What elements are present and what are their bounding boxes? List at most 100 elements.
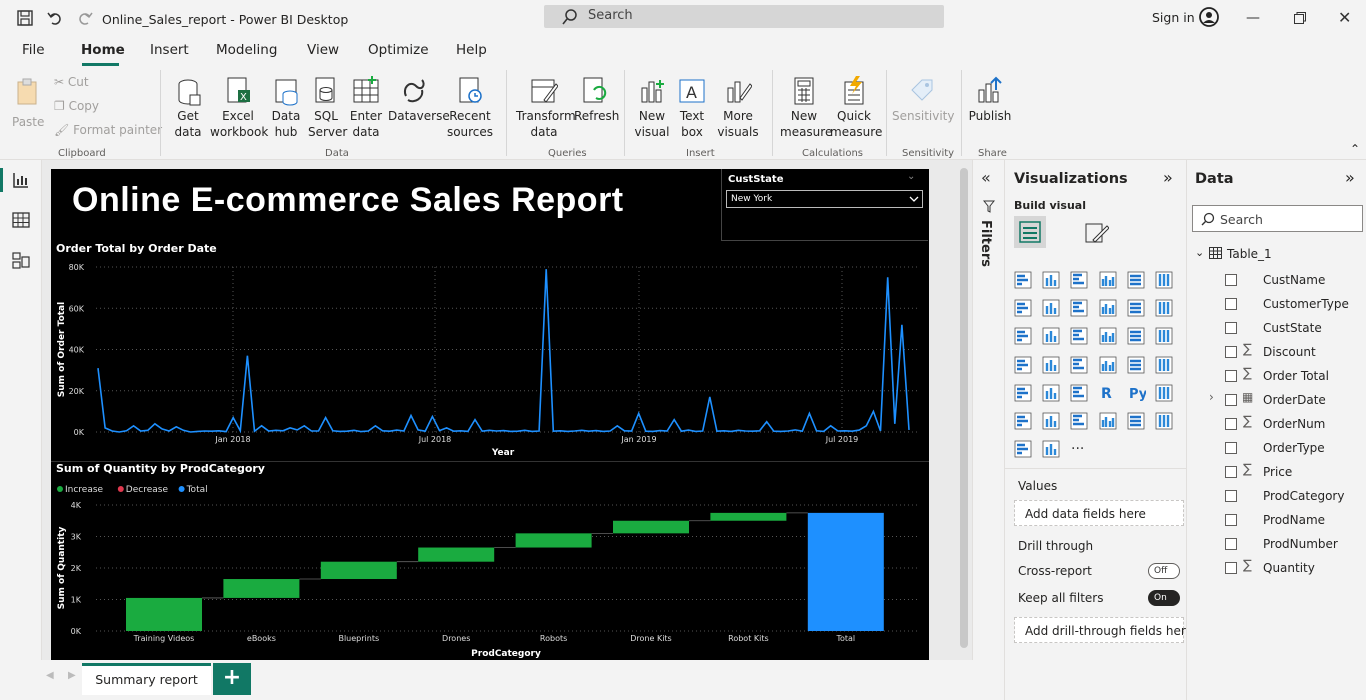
enter-data-button[interactable]: Enter data [348, 76, 384, 140]
prev-page-icon[interactable]: ◀ [46, 670, 54, 681]
slicer-clear-icon[interactable]: ⌄ [907, 171, 915, 182]
line-clustered-visual-icon[interactable] [1126, 298, 1146, 318]
field-checkbox[interactable] [1225, 466, 1237, 478]
field-row[interactable]: CustomerType [1187, 294, 1366, 316]
report-view-icon[interactable] [11, 170, 31, 190]
filters-pane-collapsed[interactable]: « Filters [972, 160, 1004, 660]
field-checkbox[interactable] [1225, 514, 1237, 526]
menu-view[interactable]: View [307, 42, 339, 58]
field-checkbox[interactable] [1225, 274, 1237, 286]
funnel-visual-icon[interactable] [1041, 326, 1061, 346]
stacked-bar-visual-icon[interactable] [1013, 270, 1033, 290]
menu-modeling[interactable]: Modeling [216, 42, 277, 58]
data-search-input[interactable]: Search [1192, 205, 1363, 232]
values-well[interactable]: Add data fields here [1014, 500, 1184, 526]
line-column-visual-icon[interactable] [1098, 298, 1118, 318]
minimize-icon[interactable]: — [1246, 10, 1260, 26]
scatter-visual-icon[interactable] [1069, 326, 1089, 346]
close-icon[interactable]: ✕ [1338, 8, 1351, 27]
field-checkbox[interactable] [1225, 322, 1237, 334]
recent-sources-button[interactable]: Recent sources [444, 76, 496, 140]
field-row[interactable]: ∑ Quantity [1187, 558, 1366, 580]
field-row[interactable]: ProdNumber [1187, 534, 1366, 556]
sql-server-button[interactable]: SQL Server [308, 76, 347, 140]
get-data-button[interactable]: Get data [170, 76, 206, 140]
paginated-visual-icon[interactable] [1098, 411, 1118, 431]
matrix-visual-icon[interactable] [1069, 383, 1089, 403]
field-row[interactable]: OrderType [1187, 438, 1366, 460]
account-icon[interactable] [1199, 7, 1219, 27]
collapse-viz-icon[interactable]: » [1163, 168, 1173, 187]
area-visual-icon[interactable] [1041, 298, 1061, 318]
more-visual-icon[interactable]: ··· [1069, 439, 1089, 459]
new-visual-button[interactable]: New visual [634, 76, 670, 140]
key-influencers-visual-icon[interactable] [1154, 383, 1174, 403]
slicer-visual-icon[interactable] [1013, 383, 1033, 403]
map-visual-icon[interactable] [1013, 355, 1033, 375]
menu-home[interactable]: Home [81, 42, 125, 58]
trophy-visual-icon[interactable] [1126, 411, 1146, 431]
menu-help[interactable]: Help [456, 42, 487, 58]
field-row[interactable]: ∑ Discount [1187, 342, 1366, 364]
text-box-button[interactable]: A Text box [674, 76, 710, 140]
100-column-visual-icon[interactable] [1154, 270, 1174, 290]
dataverse-button[interactable]: Dataverse [388, 76, 450, 124]
field-expand-icon[interactable]: › [1209, 390, 1214, 404]
field-row[interactable]: CustState [1187, 318, 1366, 340]
ribbon-visual-icon[interactable] [1154, 298, 1174, 318]
card-visual-icon[interactable] [1098, 355, 1118, 375]
field-row[interactable]: ∑ Order Total [1187, 366, 1366, 388]
stacked-area-visual-icon[interactable] [1069, 298, 1089, 318]
model-view-icon[interactable] [11, 250, 31, 270]
table-visual-icon[interactable] [1041, 383, 1061, 403]
slicer-dropdown[interactable]: New York [726, 190, 923, 208]
gauge-visual-icon[interactable] [1069, 355, 1089, 375]
table-view-icon[interactable] [11, 210, 31, 230]
sensitivity-button[interactable]: Sensitivity [892, 76, 954, 124]
stacked-column-visual-icon[interactable] [1041, 270, 1061, 290]
waterfall-visual-icon[interactable] [1013, 326, 1033, 346]
drill-through-well[interactable]: Add drill-through fields here [1014, 617, 1193, 643]
clustered-bar-visual-icon[interactable] [1069, 270, 1089, 290]
pie-visual-icon[interactable] [1098, 326, 1118, 346]
add-page-button[interactable]: + [213, 663, 251, 695]
r-visual-visual-icon[interactable]: R [1098, 383, 1118, 403]
power-automate-visual-icon[interactable] [1013, 439, 1033, 459]
field-checkbox[interactable] [1225, 394, 1237, 406]
field-checkbox[interactable] [1225, 346, 1237, 358]
transform-data-button[interactable]: Transform data [516, 76, 576, 140]
clustered-column-visual-icon[interactable] [1098, 270, 1118, 290]
field-checkbox[interactable] [1225, 562, 1237, 574]
refresh-button[interactable]: Refresh [574, 76, 619, 124]
field-row[interactable]: › ▦ OrderDate [1187, 390, 1366, 412]
multi-row-card-visual-icon[interactable] [1126, 355, 1146, 375]
format-painter-button[interactable]: 🖌 Format painter [54, 122, 162, 138]
treemap-visual-icon[interactable] [1154, 326, 1174, 346]
collapse-ribbon-icon[interactable]: ⌃ [1350, 142, 1360, 156]
field-row[interactable]: ProdName [1187, 510, 1366, 532]
field-row[interactable]: CustName [1187, 270, 1366, 292]
expand-filters-icon[interactable]: « [981, 168, 991, 187]
quick-measure-button[interactable]: Quick measure [830, 76, 882, 140]
keep-filters-toggle[interactable]: On [1148, 590, 1180, 606]
format-visual-icon[interactable] [1083, 220, 1109, 246]
line-chart[interactable]: 0K 20K 40K 60K 80K Jan 2018 Jul 2018 Jan 2019 Ju… [51, 257, 929, 462]
data-hub-button[interactable]: Data hub [268, 76, 304, 140]
table-name[interactable]: Table_1 [1227, 247, 1272, 261]
table-expand-icon[interactable]: ⌄ [1195, 246, 1204, 259]
canvas-scrollbar[interactable] [960, 168, 968, 648]
line-visual-icon[interactable] [1013, 298, 1033, 318]
smart-narrative-visual-icon[interactable] [1069, 411, 1089, 431]
field-checkbox[interactable] [1225, 538, 1237, 550]
cut-button[interactable]: ✂ Cut [54, 74, 89, 90]
redo-icon[interactable] [77, 10, 93, 26]
menu-optimize[interactable]: Optimize [368, 42, 429, 58]
save-icon[interactable] [17, 10, 33, 26]
donut-visual-icon[interactable] [1126, 326, 1146, 346]
more-visuals-button[interactable]: More visuals [714, 76, 762, 140]
field-row[interactable]: ∑ Price [1187, 462, 1366, 484]
field-row[interactable]: ∑ OrderNum [1187, 414, 1366, 436]
100-bar-visual-icon[interactable] [1126, 270, 1146, 290]
collapse-data-icon[interactable]: » [1345, 168, 1355, 187]
field-checkbox[interactable] [1225, 418, 1237, 430]
